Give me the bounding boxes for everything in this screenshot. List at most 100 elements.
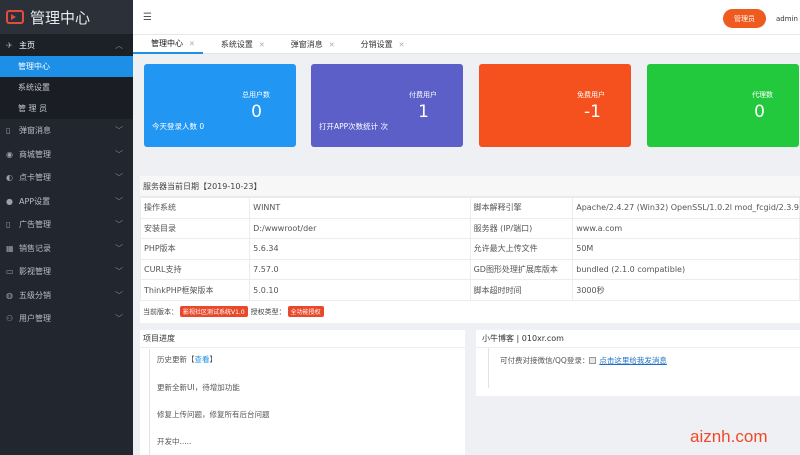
table-row: 安装目录 D:/wwwroot/der 服务器 (IP/端口) www.a.co…	[139, 217, 800, 240]
tab-label: 分销设置	[360, 40, 393, 49]
table-row: 操作系统 WINNT 脚本解释引擎 Apache/2.4.27 (Win32) …	[139, 197, 800, 219]
project-progress-panel: 项目进度 历史更新【查看】 更新全新UI，待增加功能 修复上传问题，修复所有后台…	[140, 330, 465, 455]
admin-username[interactable]: admin	[776, 15, 798, 23]
license-label: 授权类型：	[250, 307, 286, 316]
chevron-down-icon: ﹀	[115, 314, 123, 324]
sidebar-item-label: 点卡管理	[19, 173, 51, 183]
blog-panel: 小牛博客 | 010xr.com 可付费对接微信/QQ登录： 点击这里给我发消息	[476, 330, 800, 396]
tab-popup[interactable]: 弹窗消息 ✕	[273, 35, 343, 54]
table-cell: 安装目录	[139, 217, 251, 240]
sidebar-item-users[interactable]: ⚇ 用户管理 ﹀	[0, 307, 133, 331]
table-cell: 脚本超时时间	[469, 279, 574, 301]
stat-card-free-users: 免费用户 -1	[479, 64, 631, 147]
contact-link[interactable]: 点击这里给我发消息	[599, 355, 667, 366]
manager-button[interactable]: 管理员	[723, 9, 766, 28]
stat-value: -1	[584, 102, 601, 122]
share-icon: ◍	[6, 290, 13, 300]
table-cell: 脚本解释引擎	[469, 197, 574, 219]
timeline-item: 开发中.....	[157, 437, 192, 446]
ad-icon: ▯	[6, 220, 11, 230]
tab-settings[interactable]: 系统设置 ✕	[203, 35, 273, 54]
table-cell: 操作系统	[139, 197, 251, 219]
table-cell: GD图形处理扩展库版本	[469, 258, 574, 281]
stat-footnote: 今天登录人数 0	[152, 122, 205, 131]
image-icon	[589, 357, 597, 364]
table-cell: 5.0.10	[249, 279, 471, 301]
close-icon[interactable]: ✕	[399, 41, 405, 49]
sidebar-item-film[interactable]: ▭ 影视管理 ﹀	[0, 260, 133, 284]
contact-line: 可付费对接微信/QQ登录： 点击这里给我发消息	[500, 355, 667, 366]
sidebar-item-label: 用户管理	[19, 314, 51, 324]
stat-label: 免费用户	[577, 91, 605, 99]
server-info-table: 操作系统 WINNT 脚本解释引擎 Apache/2.4.27 (Win32) …	[139, 197, 800, 301]
sidebar-item-sales[interactable]: ▦ 销售记录 ﹀	[0, 237, 133, 261]
stat-label: 付费用户	[409, 91, 437, 99]
panel-title: 服务器当前日期【2019-10-23】	[140, 176, 800, 197]
sidebar-item-label: 五级分销	[19, 290, 51, 300]
stat-value: 0	[251, 102, 262, 122]
tv-icon	[6, 10, 24, 24]
table-cell: 服务器 (IP/端口)	[469, 217, 574, 240]
tab-bar: 管理中心 ✕ 系统设置 ✕ 弹窗消息 ✕ 分销设置 ✕	[133, 34, 800, 54]
sidebar-item-distribution[interactable]: ◍ 五级分销 ﹀	[0, 284, 133, 308]
timeline-line	[488, 348, 489, 388]
table-cell: CURL支持	[139, 258, 251, 281]
table-row: ThinkPHP框架版本 5.0.10 脚本超时时间 3000秒	[139, 279, 800, 301]
chevron-down-icon: ﹀	[115, 290, 123, 300]
sidebar-sub-dashboard[interactable]: 管理中心	[0, 56, 133, 77]
view-history-link[interactable]: 查看	[195, 355, 210, 364]
card-icon: ◐	[6, 173, 13, 183]
table-cell: 3000秒	[572, 279, 800, 301]
sidebar-item-app[interactable]: ● APP设置 ﹀	[0, 190, 133, 214]
logo: 管理中心	[0, 0, 133, 34]
contact-text: 可付费对接微信/QQ登录：	[500, 356, 590, 365]
stat-label: 代理数	[752, 91, 773, 99]
panel-title: 小牛博客 | 010xr.com	[476, 330, 800, 348]
table-cell: 5.6.34	[249, 238, 471, 260]
logo-text: 管理中心	[30, 8, 91, 27]
sidebar-item-popup[interactable]: ▯ 弹窗消息 ﹀	[0, 119, 133, 143]
table-cell: 50M	[572, 238, 800, 260]
sidebar-sub-admin[interactable]: 管 理 员	[0, 98, 133, 119]
tab-label: 管理中心	[151, 39, 183, 48]
topbar: ☰	[133, 0, 800, 34]
stat-card-agents: 代理数 0	[647, 64, 799, 147]
shop-icon: ◉	[6, 149, 13, 159]
chevron-down-icon: ﹀	[115, 149, 123, 159]
record-icon: ▦	[6, 243, 14, 253]
stat-value: 1	[418, 102, 429, 122]
close-icon[interactable]: ✕	[259, 41, 265, 49]
table-cell: ThinkPHP框架版本	[139, 279, 251, 301]
chevron-up-icon: ︿	[115, 40, 123, 50]
stat-footnote: 打开APP次数统计 次	[319, 122, 389, 131]
sidebar-item-label: 主页	[19, 40, 35, 50]
chevron-down-icon: ﹀	[115, 220, 123, 230]
table-cell: PHP版本	[139, 238, 251, 260]
sidebar-sub-settings[interactable]: 系统设置	[0, 77, 133, 98]
menu-toggle-icon[interactable]: ☰	[143, 12, 152, 23]
table-cell: bundled (2.1.0 compatible)	[572, 258, 800, 281]
chevron-down-icon: ﹀	[115, 243, 123, 253]
timeline-line	[149, 349, 150, 455]
stat-card-paid-users: 付费用户 1 打开APP次数统计 次	[311, 64, 463, 147]
tab-distribution[interactable]: 分销设置 ✕	[343, 35, 413, 54]
tab-label: 系统设置	[220, 40, 253, 49]
tab-dashboard[interactable]: 管理中心 ✕	[133, 35, 203, 54]
license-badge: 全功能授权	[287, 306, 324, 317]
sidebar-item-card[interactable]: ◐ 点卡管理 ﹀	[0, 166, 133, 190]
chevron-down-icon: ﹀	[115, 126, 123, 136]
sidebar-item-ad[interactable]: ▯ 广告管理 ﹀	[0, 213, 133, 237]
panel-title: 项目进度	[140, 330, 465, 348]
sidebar-item-label: 广告管理	[19, 220, 51, 230]
close-icon[interactable]: ✕	[329, 41, 335, 49]
table-row: CURL支持 7.57.0 GD图形处理扩展库版本 bundled (2.1.0…	[139, 258, 800, 281]
timeline-item: 更新全新UI，待增加功能	[157, 383, 240, 392]
sidebar-item-home[interactable]: ✈ 主页 ︿	[0, 34, 133, 56]
close-icon[interactable]: ✕	[189, 40, 195, 48]
chevron-down-icon: ﹀	[115, 173, 123, 183]
table-cell: D:/wwwroot/der	[249, 217, 471, 240]
sidebar-item-shop[interactable]: ◉ 商城管理 ﹀	[0, 143, 133, 167]
sidebar-item-label: 商城管理	[19, 149, 51, 159]
tab-label: 弹窗消息	[290, 40, 323, 49]
timeline-text: 】	[209, 355, 218, 364]
